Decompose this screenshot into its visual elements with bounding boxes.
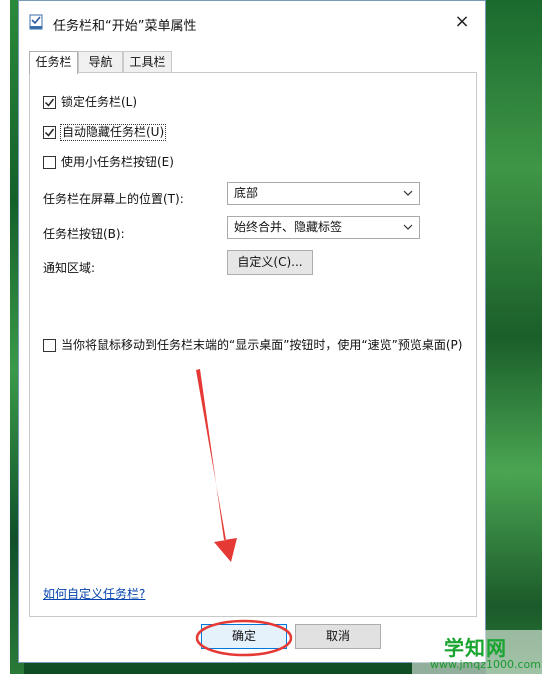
lock-taskbar-label: 锁定任务栏(L): [61, 95, 138, 109]
taskbar-properties-dialog: 任务栏和“开始”菜单属性 × 任务栏 导航 工具栏 锁定任务栏(L) 自动隐藏任…: [18, 0, 486, 663]
checkmark-icon: [44, 98, 55, 107]
ok-button[interactable]: 确定: [201, 624, 287, 649]
customize-button[interactable]: 自定义(C)...: [227, 250, 313, 275]
taskbar-position-label: 任务栏在屏幕上的位置(T):: [43, 192, 184, 206]
taskbar-buttons-label: 任务栏按钮(B):: [43, 227, 125, 241]
tab-panel-taskbar: 锁定任务栏(L) 自动隐藏任务栏(U) 使用小任务栏按钮(E) 任务栏在屏幕上的…: [29, 72, 477, 617]
window-title: 任务栏和“开始”菜单属性: [53, 19, 197, 34]
auto-hide-label: 自动隐藏任务栏(U): [59, 124, 167, 141]
taskbar-buttons-value: 始终合并、隐藏标签: [234, 220, 343, 234]
small-buttons-label: 使用小任务栏按钮(E): [61, 155, 174, 169]
desktop-background-right: [486, 0, 542, 674]
taskbar-buttons-select[interactable]: 始终合并、隐藏标签: [227, 216, 420, 239]
notification-area-label: 通知区域:: [43, 261, 96, 275]
peek-checkbox[interactable]: [43, 339, 56, 352]
cancel-button[interactable]: 取消: [295, 624, 381, 649]
chevron-down-icon: [403, 224, 413, 230]
taskbar-properties-icon: [29, 14, 43, 30]
auto-hide-checkbox[interactable]: [43, 126, 56, 139]
tab-taskbar[interactable]: 任务栏: [29, 51, 78, 74]
title-bar: 任务栏和“开始”菜单属性 ×: [19, 1, 485, 45]
small-buttons-checkbox[interactable]: [43, 156, 56, 169]
site-watermark: 学知网 www.jmqz1000.com: [412, 630, 542, 676]
watermark-url: www.jmqz1000.com: [430, 658, 541, 671]
tab-toolbars[interactable]: 工具栏: [123, 51, 172, 73]
lock-taskbar-checkbox[interactable]: [43, 96, 56, 109]
close-button[interactable]: ×: [451, 11, 473, 33]
taskbar-position-value: 底部: [234, 186, 259, 200]
chevron-down-icon: [403, 190, 413, 196]
checkmark-icon: [44, 128, 55, 137]
tab-navigation[interactable]: 导航: [78, 51, 123, 73]
help-link[interactable]: 如何自定义任务栏?: [43, 585, 145, 602]
watermark-title: 学知网: [444, 636, 507, 660]
taskbar-position-select[interactable]: 底部: [227, 182, 420, 205]
peek-label: 当你将鼠标移动到任务栏末端的“显示桌面”按钮时，使用“速览”预览桌面(P): [61, 338, 463, 352]
